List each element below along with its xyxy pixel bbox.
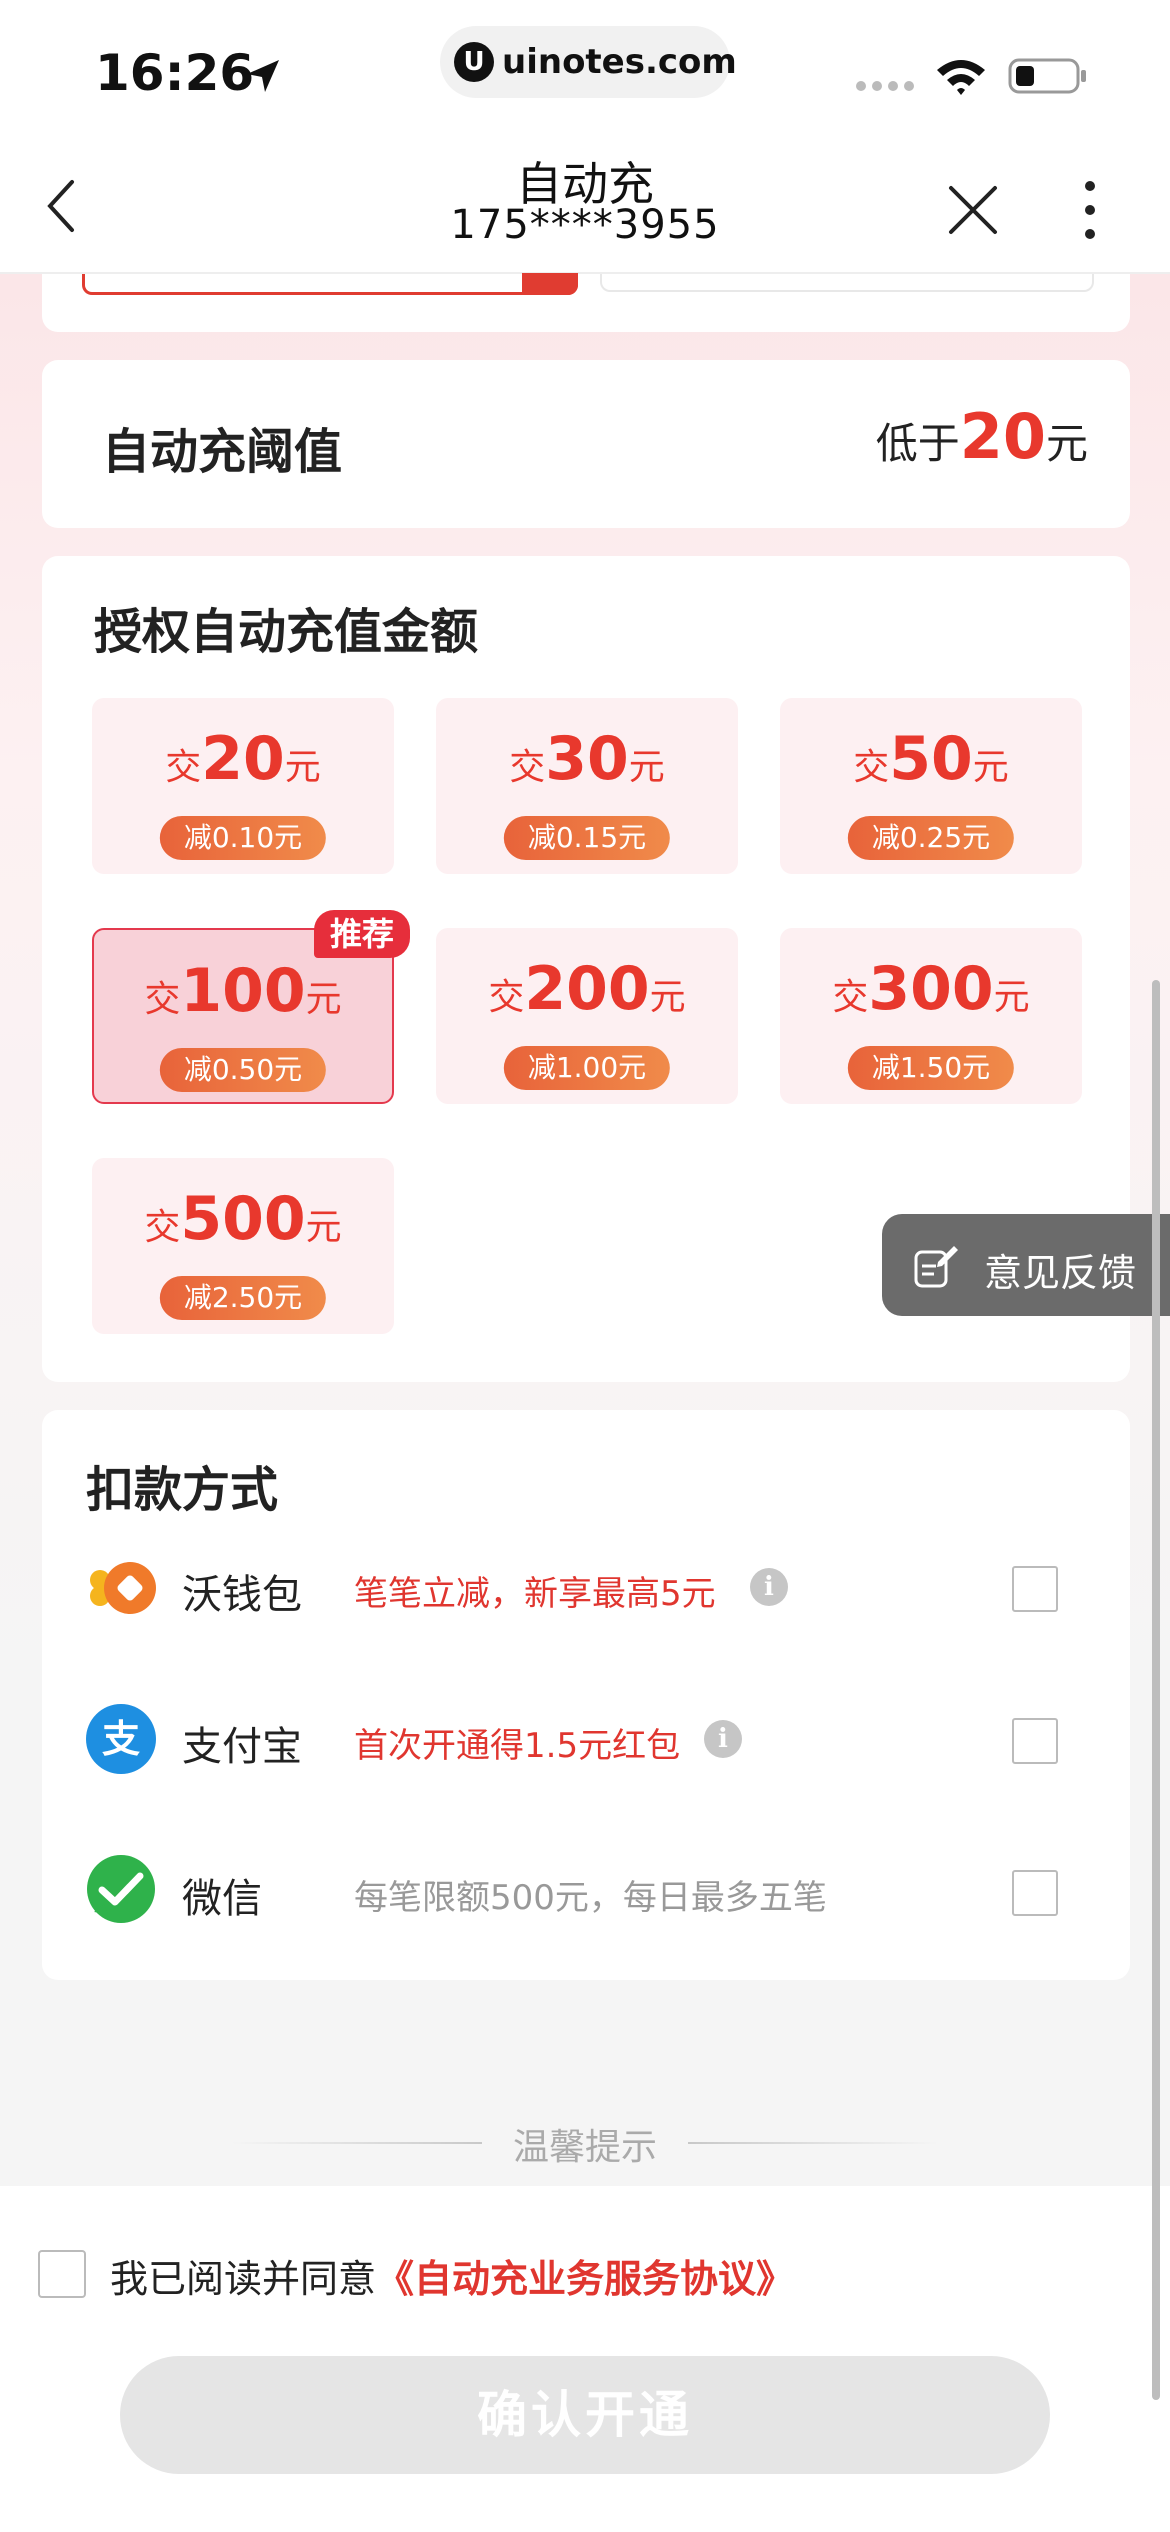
- payment-method-wo-wallet[interactable]: 沃钱包 笔笔立减，新享最高5元 i: [42, 1530, 1130, 1650]
- amount-value: 交100元: [144, 956, 342, 1026]
- payment-method-alipay[interactable]: 支 支付宝 首次开通得1.5元红包 i: [42, 1682, 1130, 1802]
- status-time: 16:26: [95, 44, 255, 102]
- site-icon: U: [454, 42, 494, 82]
- svg-text:支: 支: [102, 1717, 140, 1761]
- feedback-label: 意见反馈: [984, 1251, 1137, 1295]
- amount-option-500[interactable]: 交500元 减2.50元: [92, 1158, 394, 1334]
- wifi-icon: [937, 60, 985, 95]
- amount-option-30[interactable]: 交30元 减0.15元: [436, 698, 738, 874]
- discount-pill: 减1.00元: [503, 1046, 671, 1090]
- discount-pill: 减0.15元: [503, 816, 671, 860]
- wechat-icon: [87, 1855, 155, 1923]
- url-pill[interactable]: U uinotes.com: [440, 26, 737, 98]
- amount-value: 交50元: [853, 724, 1009, 794]
- scrollbar[interactable]: [1152, 980, 1160, 2400]
- discount-pill: 减1.50元: [847, 1046, 1015, 1090]
- status-bar: 16:26 U uinotes.com: [0, 0, 1170, 140]
- agreement-text: 我已阅读并同意《自动充业务服务协议》: [110, 2257, 795, 2301]
- payment-name: 沃钱包: [182, 1572, 302, 1618]
- threshold-value: 低于20元: [875, 400, 1088, 473]
- edit-note-icon: [914, 1246, 958, 1288]
- discount-pill: 减2.50元: [159, 1276, 327, 1320]
- info-icon[interactable]: i: [704, 1720, 742, 1758]
- alipay-icon: 支: [86, 1704, 156, 1774]
- discount-pill: 减0.10元: [159, 816, 327, 860]
- info-icon[interactable]: i: [750, 1568, 788, 1606]
- threshold-label: 自动充阈值: [102, 424, 343, 480]
- partial-option[interactable]: [600, 274, 1094, 292]
- amount-option-100[interactable]: 推荐 交100元 减0.50元: [92, 910, 410, 1104]
- signal-dots-icon: [856, 81, 914, 91]
- footer-bar: 我已阅读并同意《自动充业务服务协议》 确认开通: [0, 2186, 1170, 2532]
- amount-value: 交20元: [165, 724, 321, 794]
- more-vertical-icon[interactable]: [1080, 178, 1100, 242]
- confirm-button[interactable]: 确认开通: [120, 2356, 1050, 2474]
- payment-name: 微信: [182, 1876, 262, 1922]
- tips-divider: 温馨提示: [0, 2112, 1170, 2172]
- discount-pill: 减0.50元: [159, 1048, 327, 1092]
- payment-card: 扣款方式 沃钱包 笔笔立减，新享最高5元 i 支 支付宝 首次开通得1.5元红包…: [42, 1410, 1130, 1980]
- recommend-badge: 推荐: [313, 910, 410, 958]
- partial-option-selected[interactable]: [82, 273, 578, 295]
- payment-promo: 首次开通得1.5元红包: [354, 1726, 681, 1766]
- agreement-link[interactable]: 《自动充业务服务协议》: [376, 2257, 794, 2301]
- amount-option-300[interactable]: 交300元 减1.50元: [780, 928, 1082, 1104]
- amount-option-200[interactable]: 交200元 减1.00元: [436, 928, 738, 1104]
- payment-method-wechat[interactable]: 微信 每笔限额500元，每日最多五笔: [42, 1834, 1130, 1954]
- amount-option-20[interactable]: 交20元 减0.10元: [92, 698, 394, 874]
- payment-promo: 每笔限额500元，每日最多五笔: [354, 1878, 827, 1918]
- amount-value: 交300元: [832, 954, 1030, 1024]
- amount-value: 交30元: [509, 724, 665, 794]
- battery-icon: [1008, 58, 1086, 94]
- amount-value: 交200元: [488, 954, 686, 1024]
- threshold-card[interactable]: 自动充阈值 低于20元: [42, 360, 1130, 528]
- nav-bar: 自动充 175****3955: [0, 140, 1170, 274]
- payment-name: 支付宝: [182, 1724, 302, 1770]
- location-arrow-icon: [247, 60, 279, 92]
- url-text: uinotes.com: [502, 42, 737, 82]
- amount-title: 授权自动充值金额: [94, 604, 479, 660]
- payment-checkbox[interactable]: [1012, 1870, 1058, 1916]
- payment-checkbox[interactable]: [1012, 1718, 1058, 1764]
- amount-value: 交500元: [144, 1184, 342, 1254]
- amount-option-50[interactable]: 交50元 减0.25元: [780, 698, 1082, 874]
- payment-promo: 笔笔立减，新享最高5元: [354, 1574, 716, 1614]
- payment-checkbox[interactable]: [1012, 1566, 1058, 1612]
- feedback-button[interactable]: 意见反馈: [882, 1214, 1170, 1316]
- close-icon[interactable]: [945, 182, 1001, 238]
- discount-pill: 减0.25元: [847, 816, 1015, 860]
- payment-title: 扣款方式: [86, 1462, 279, 1518]
- tips-label: 温馨提示: [512, 2127, 657, 2168]
- agreement-checkbox[interactable]: [38, 2250, 86, 2298]
- wo-wallet-icon: [90, 1562, 156, 1614]
